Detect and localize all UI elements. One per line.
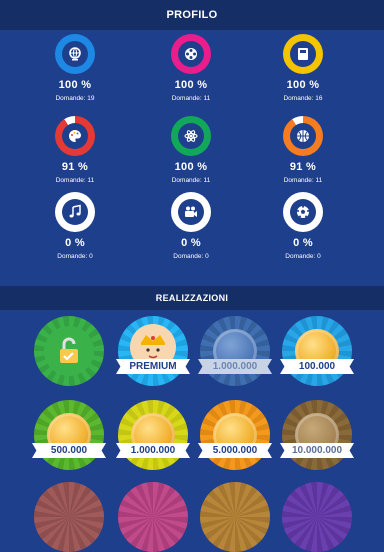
book-icon: [290, 41, 316, 67]
atom-icon: [178, 123, 204, 149]
progress-ring: [283, 116, 323, 156]
progress-ring: [55, 34, 95, 74]
progress-ring: [283, 192, 323, 232]
achievement-500000[interactable]: 500.000: [32, 400, 106, 470]
category-science[interactable]: 100 % Domande: 11: [146, 116, 236, 184]
category-soccer[interactable]: 0 % Domande: 0: [258, 192, 348, 260]
progress-ring: [171, 34, 211, 74]
achievement-label: PREMIUM: [116, 359, 190, 374]
category-cinema[interactable]: 100 % Domande: 11: [146, 34, 236, 102]
category-questions: Domande: 11: [283, 177, 323, 184]
achievement-1000000[interactable]: 1.000.000: [116, 400, 190, 470]
category-questions: Domande: 11: [55, 177, 95, 184]
achievement-premium[interactable]: PREMIUM: [116, 316, 190, 386]
category-music[interactable]: 0 % Domande: 0: [30, 192, 120, 260]
progress-ring: [171, 116, 211, 156]
progress-ring: [171, 192, 211, 232]
category-tv[interactable]: 0 % Domande: 0: [146, 192, 236, 260]
achievement-label: 500.000: [32, 443, 106, 458]
achievements-header: REALIZZAZIONI: [0, 286, 384, 310]
category-percent: 0 %: [181, 237, 201, 249]
category-percent: 100 %: [58, 79, 92, 91]
achievement-100000[interactable]: 100.000: [280, 316, 354, 386]
achievement-label: 1.000.000: [116, 443, 190, 458]
video-camera-icon: [178, 199, 204, 225]
achievement-label: 10.000.000: [280, 443, 354, 458]
music-note-icon: [62, 199, 88, 225]
soccer-ball-icon: [290, 199, 316, 225]
category-percent: 91 %: [289, 161, 317, 173]
film-reel-icon: [178, 41, 204, 67]
page-title: PROFILO: [166, 9, 218, 21]
achievement-label: 1.000.000: [198, 359, 272, 374]
category-literature[interactable]: 100 % Domande: 16: [258, 34, 348, 102]
category-questions: Domande: 0: [173, 253, 209, 260]
category-percent: 91 %: [61, 161, 89, 173]
category-percent: 0 %: [293, 237, 313, 249]
achievement-next-1[interactable]: [34, 482, 104, 552]
globe-icon: [62, 41, 88, 67]
section-title: REALIZZAZIONI: [155, 293, 229, 303]
progress-ring: [55, 192, 95, 232]
category-questions: Domande: 0: [285, 253, 321, 260]
category-art[interactable]: 91 % Domande: 11: [30, 116, 120, 184]
category-questions: Domande: 19: [55, 95, 95, 102]
progress-ring: [283, 34, 323, 74]
category-questions: Domande: 11: [171, 177, 211, 184]
padlock-open-icon: [44, 326, 94, 376]
category-questions: Domande: 0: [57, 253, 93, 260]
achievement-label: 100.000: [280, 359, 354, 374]
achievement-label: 5.000.000: [198, 443, 272, 458]
achievement-unlock[interactable]: [34, 316, 104, 386]
achievement-5000000[interactable]: 5.000.000: [198, 400, 272, 470]
achievement-next-3[interactable]: [200, 482, 270, 552]
achievement-1000000-locked[interactable]: 1.000.000: [198, 316, 272, 386]
category-percent: 0 %: [65, 237, 85, 249]
header-bar: PROFILO: [0, 0, 384, 30]
category-percent: 100 %: [174, 79, 208, 91]
category-percent: 100 %: [286, 79, 320, 91]
achievement-10000000[interactable]: 10.000.000: [280, 400, 354, 470]
basketball-icon: [290, 123, 316, 149]
progress-ring: [55, 116, 95, 156]
category-sport[interactable]: 91 % Domande: 11: [258, 116, 348, 184]
category-questions: Domande: 16: [283, 95, 323, 102]
category-percent: 100 %: [174, 161, 208, 173]
achievement-next-2[interactable]: [118, 482, 188, 552]
palette-icon: [62, 123, 88, 149]
achievement-next-4[interactable]: [282, 482, 352, 552]
category-geography[interactable]: 100 % Domande: 19: [30, 34, 120, 102]
category-questions: Domande: 11: [171, 95, 211, 102]
